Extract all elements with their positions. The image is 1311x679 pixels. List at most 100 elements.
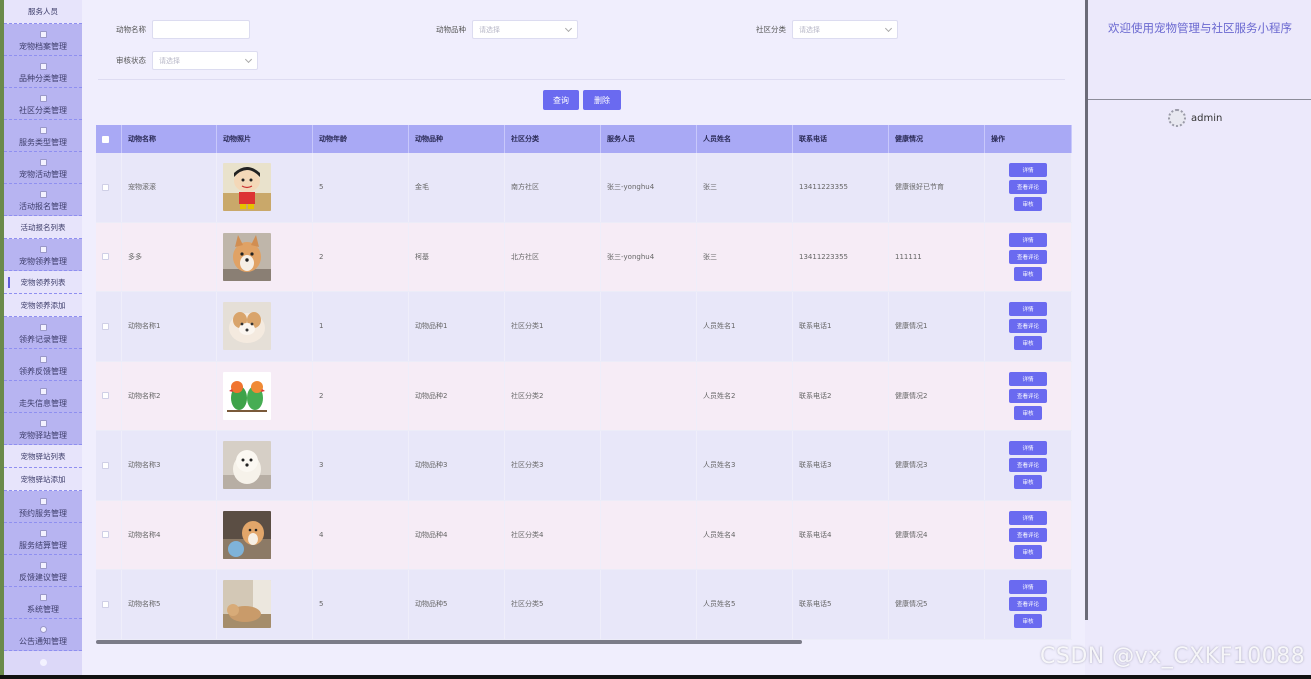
animal-photo[interactable] [223, 371, 271, 420]
detail-button[interactable]: 详情 [1009, 510, 1047, 525]
delete-button[interactable]: 删除 [583, 90, 621, 110]
row-select-cell [96, 222, 122, 291]
animal-photo[interactable] [223, 232, 271, 281]
animal-photo[interactable] [223, 580, 271, 629]
sidebar-item-6[interactable]: 活动报名列表 [4, 216, 82, 239]
animal-photo[interactable] [223, 163, 271, 212]
row-checkbox[interactable] [102, 322, 109, 330]
review-button[interactable]: 审核 [1014, 475, 1042, 490]
column-header[interactable]: 操作 [985, 125, 1072, 153]
user-info[interactable]: admin [1168, 109, 1222, 127]
sidebar-item-8[interactable]: 宠物领养列表 [4, 271, 82, 294]
sidebar-item-14[interactable]: 宠物驿站列表 [4, 445, 82, 468]
actions-cell: 详情 查看评论 审核 [985, 361, 1072, 430]
detail-button[interactable]: 详情 [1009, 302, 1047, 317]
sidebar-item-17[interactable]: 服务结算管理 [4, 523, 82, 555]
table-row[interactable]: 动物名称1 1 动物品种1 社区分类1 人员姓名1 联系电话1 健康情况1 详情 查看评论 审核 [96, 292, 1072, 362]
sidebar-item-top[interactable]: 服务人员 [4, 0, 82, 24]
cell-health: 健康情况4 [889, 500, 985, 569]
view-comments-button[interactable]: 查看评论 [1009, 249, 1047, 264]
table-row[interactable]: 动物名称2 2 动物品种2 社区分类2 人员姓名2 联系电话2 健康情况2 详情 查看评论 审核 [96, 361, 1072, 431]
cell-staff: 张三-yonghu4 [601, 222, 697, 291]
review-button[interactable]: 审核 [1014, 405, 1042, 420]
column-header[interactable]: 联系电话 [793, 125, 889, 153]
animal-name-input[interactable] [152, 20, 250, 39]
sidebar-item-7[interactable]: 宠物领养管理 [4, 239, 82, 271]
detail-button[interactable]: 详情 [1009, 441, 1047, 456]
table-row[interactable]: 多多 2 柯基 北方社区 张三-yonghu4 张三 13411223355 111111 详情… [96, 222, 1072, 292]
review-button[interactable]: 审核 [1014, 336, 1042, 351]
sidebar-item-16[interactable]: 预约服务管理 [4, 491, 82, 523]
sidebar-item-15[interactable]: 宠物驿站添加 [4, 468, 82, 491]
view-comments-button[interactable]: 查看评论 [1009, 458, 1047, 473]
sidebar-item-18[interactable]: 反馈建议管理 [4, 555, 82, 587]
detail-button[interactable]: 详情 [1009, 163, 1047, 178]
row-select-cell [96, 292, 122, 361]
row-checkbox[interactable] [102, 461, 109, 469]
cell-staff-name: 人员姓名3 [697, 431, 793, 500]
review-button[interactable]: 审核 [1014, 197, 1042, 212]
sidebar-item-5[interactable]: 活动报名管理 [4, 184, 82, 216]
column-header[interactable]: 人员姓名 [697, 125, 793, 153]
detail-button[interactable]: 详情 [1009, 232, 1047, 247]
row-select-cell [96, 153, 122, 222]
table-row[interactable]: 宠物滚滚 5 金毛 南方社区 张三-yonghu4 张三 13411223355 健康很好已节… [96, 153, 1072, 223]
row-checkbox[interactable] [102, 392, 109, 400]
sidebar-item-11[interactable]: 领养反馈管理 [4, 349, 82, 381]
review-button[interactable]: 审核 [1014, 266, 1042, 281]
detail-button[interactable]: 详情 [1009, 371, 1047, 386]
cell-phone: 联系电话3 [793, 431, 889, 500]
sidebar-item-3[interactable]: 服务类型管理 [4, 120, 82, 152]
community-select[interactable]: 请选择 [792, 20, 898, 39]
review-button[interactable]: 审核 [1014, 614, 1042, 629]
row-checkbox[interactable] [102, 531, 109, 539]
row-checkbox[interactable] [102, 253, 109, 261]
menu-icon [39, 356, 47, 363]
view-comments-button[interactable]: 查看评论 [1009, 180, 1047, 195]
row-select-cell [96, 570, 122, 639]
review-status-select[interactable]: 请选择 [152, 51, 258, 70]
animal-photo[interactable] [223, 441, 271, 490]
animal-photo[interactable] [223, 302, 271, 351]
detail-button[interactable]: 详情 [1009, 580, 1047, 595]
table-row[interactable]: 动物名称4 4 动物品种4 社区分类4 人员姓名4 联系电话4 健康情况4 详情 查看评论 审核 [96, 500, 1072, 570]
select-all-checkbox[interactable] [102, 135, 109, 143]
sidebar-item-13[interactable]: 宠物驿站管理 [4, 413, 82, 445]
sidebar-item-4[interactable]: 宠物活动管理 [4, 152, 82, 184]
column-header[interactable]: 健康情况 [889, 125, 985, 153]
sidebar-item-0[interactable]: 宠物档案管理 [4, 24, 82, 56]
column-header[interactable]: 动物照片 [217, 125, 313, 153]
view-comments-button[interactable]: 查看评论 [1009, 527, 1047, 542]
cell-staff-name: 人员姓名2 [697, 361, 793, 430]
query-button[interactable]: 查询 [543, 90, 579, 110]
column-header[interactable]: 动物品种 [409, 125, 505, 153]
active-indicator [8, 277, 10, 288]
sidebar-item-19[interactable]: 系统管理 [4, 587, 82, 619]
view-comments-button[interactable]: 查看评论 [1009, 597, 1047, 612]
sidebar-item-1[interactable]: 品种分类管理 [4, 56, 82, 88]
sidebar-more[interactable] [4, 651, 82, 673]
review-button[interactable]: 审核 [1014, 544, 1042, 559]
sidebar-item-10[interactable]: 领养记录管理 [4, 317, 82, 349]
column-header[interactable]: 动物年龄 [313, 125, 409, 153]
row-checkbox[interactable] [102, 183, 109, 191]
column-header[interactable]: 社区分类 [505, 125, 601, 153]
cell-name: 动物名称5 [122, 570, 217, 639]
view-comments-button[interactable]: 查看评论 [1009, 319, 1047, 334]
username: admin [1191, 112, 1223, 124]
view-comments-button[interactable]: 查看评论 [1009, 388, 1047, 403]
sidebar-item-20[interactable]: 公告通知管理 [4, 619, 82, 651]
breed-select[interactable]: 请选择 [472, 20, 578, 39]
cell-staff-name: 张三 [697, 153, 793, 222]
table-row[interactable]: 动物名称5 5 动物品种5 社区分类5 人员姓名5 联系电话5 健康情况5 详情 查看评论 审核 [96, 570, 1072, 640]
column-header[interactable]: 动物名称 [122, 125, 217, 153]
animal-photo[interactable] [223, 510, 271, 559]
sidebar-item-2[interactable]: 社区分类管理 [4, 88, 82, 120]
sidebar-item-9[interactable]: 宠物领养添加 [4, 294, 82, 317]
table-row[interactable]: 动物名称3 3 动物品种3 社区分类3 人员姓名3 联系电话3 健康情况3 详情 查看评论 审核 [96, 431, 1072, 501]
sidebar-item-12[interactable]: 走失信息管理 [4, 381, 82, 413]
row-checkbox[interactable] [102, 600, 109, 608]
horizontal-scrollbar[interactable] [96, 640, 802, 644]
column-header[interactable]: 服务人员 [601, 125, 697, 153]
right-panel-divider [1088, 99, 1311, 100]
